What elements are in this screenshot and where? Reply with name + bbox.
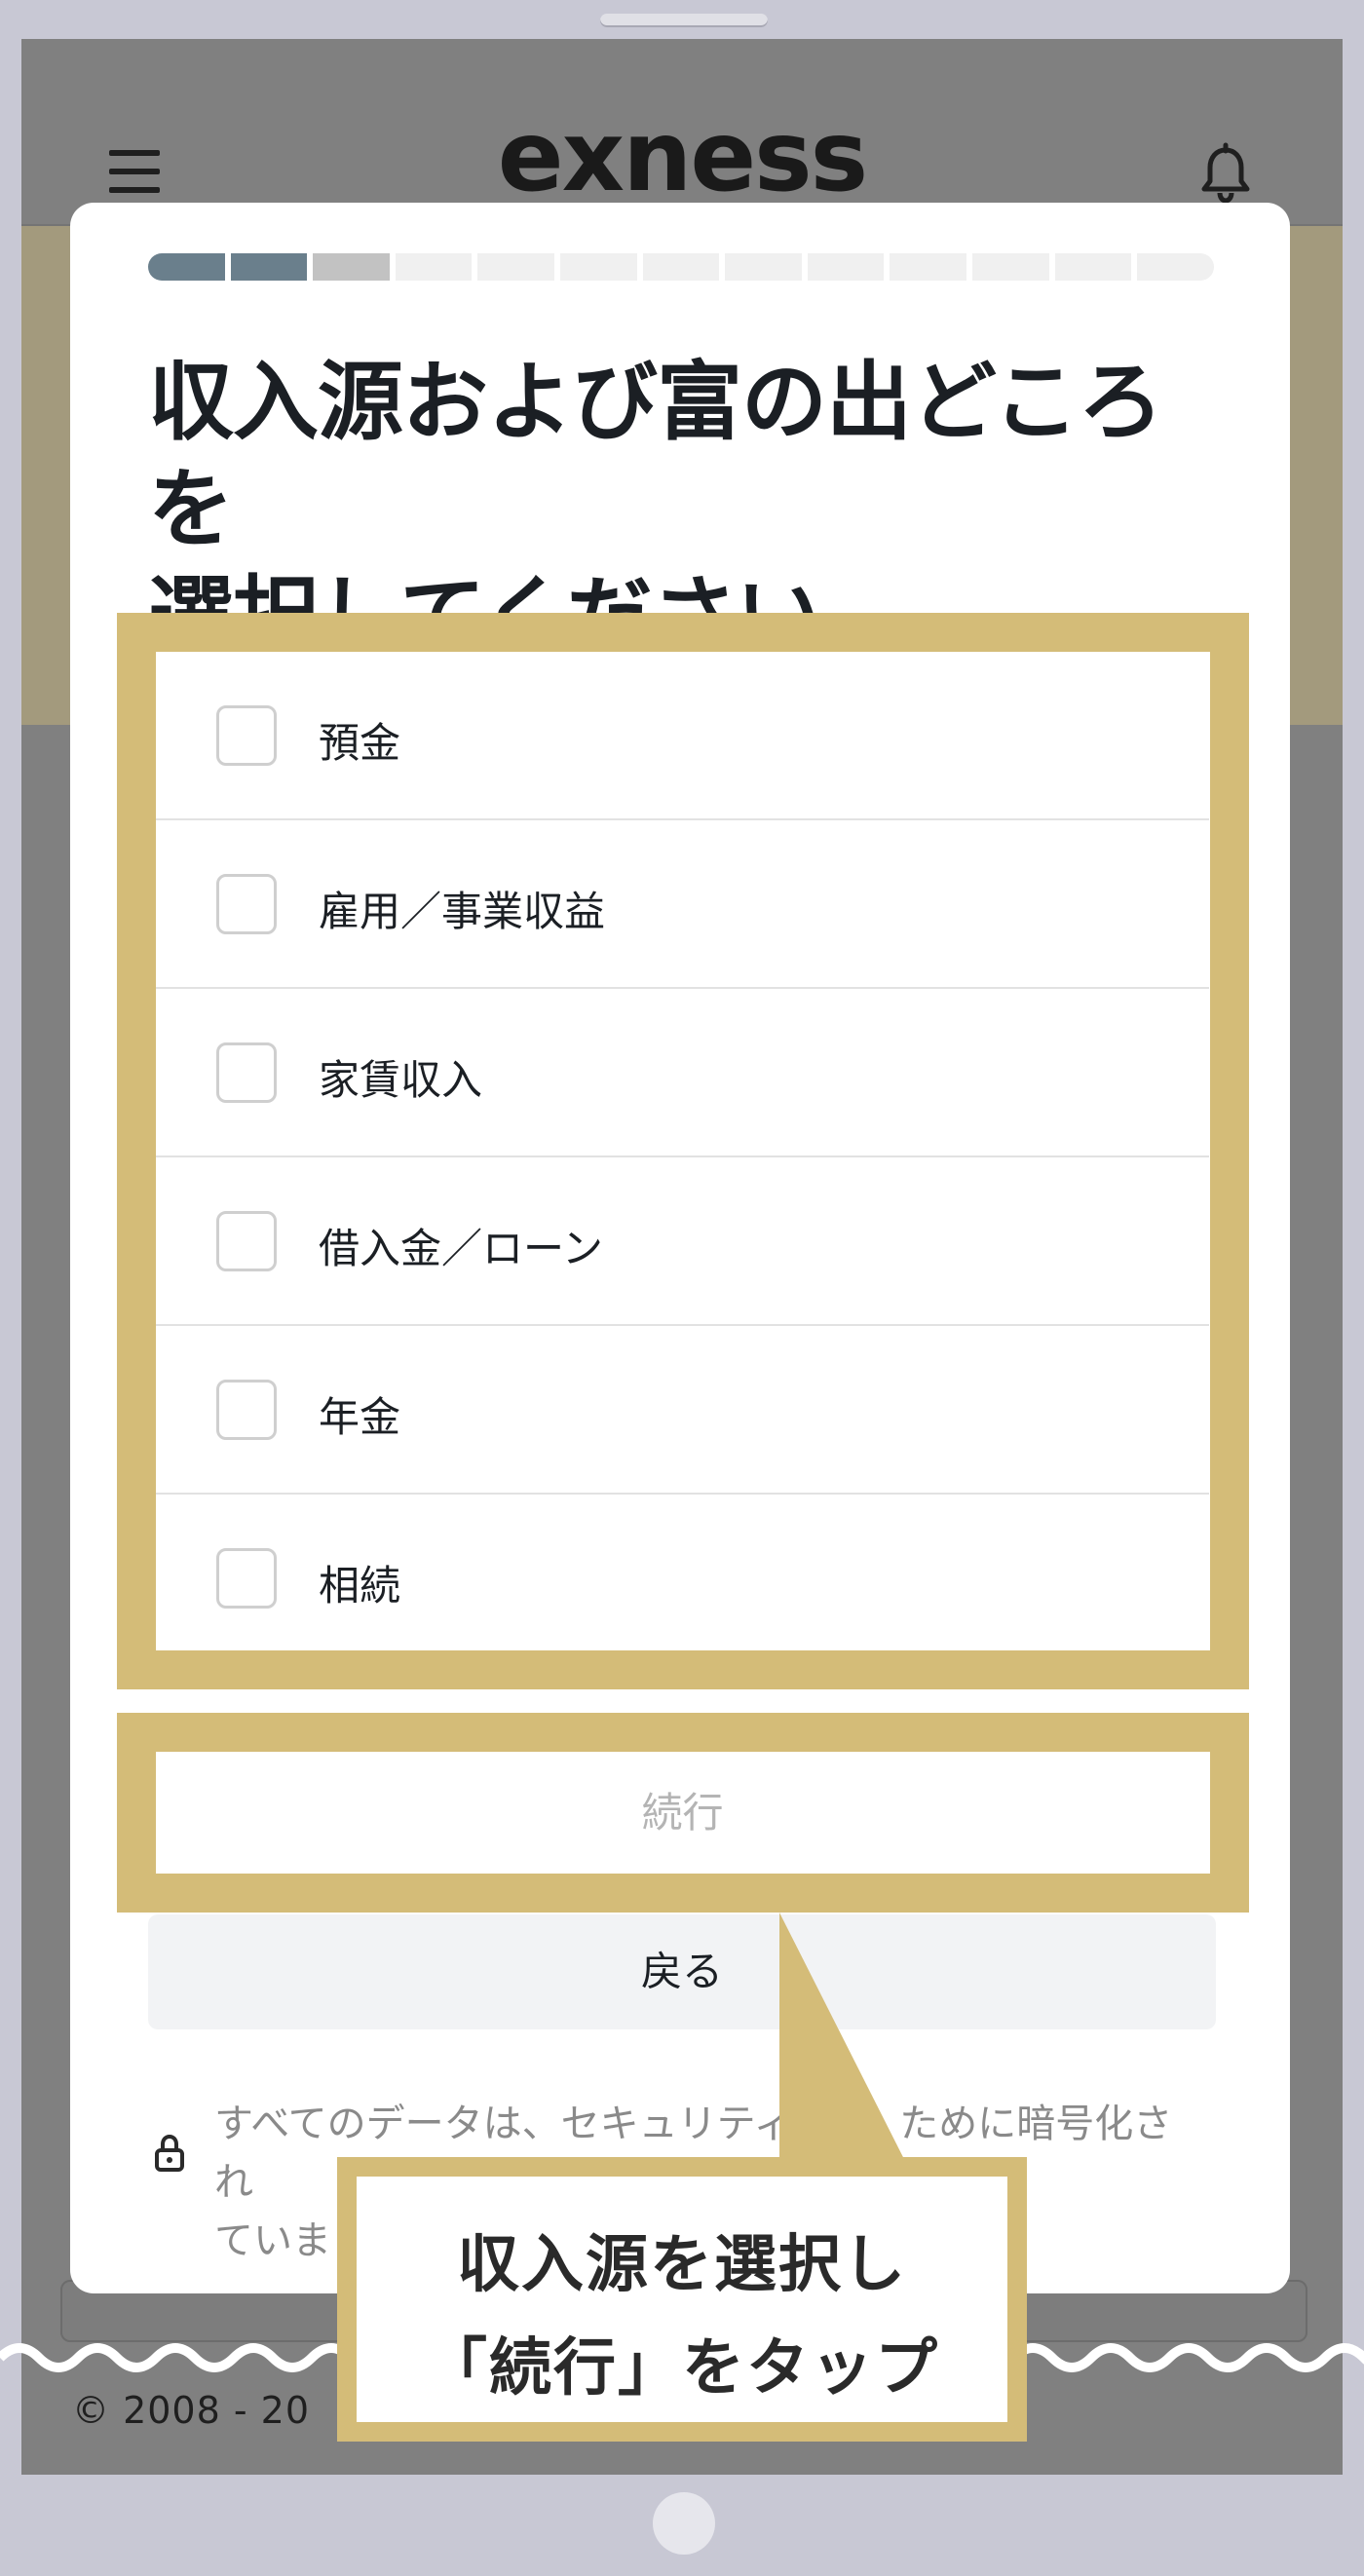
callout-line2: 「続行」をタップ (425, 2332, 939, 2405)
callout-line1: 収入源を選択し (457, 2229, 907, 2301)
callout-text: 収入源を選択し 「続行」をタップ (357, 2214, 1007, 2420)
instruction-callout: 収入源を選択し 「続行」をタップ (337, 2157, 1027, 2442)
